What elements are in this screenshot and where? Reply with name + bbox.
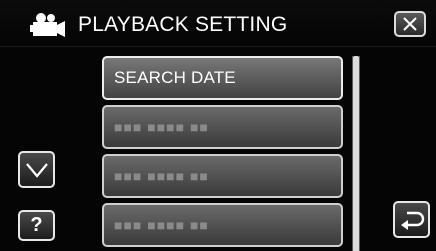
back-button[interactable] [393,201,430,238]
video-camera-icon [30,13,65,37]
menu-item-label: ■■■ ■■■■ ■■ [114,168,209,184]
chevron-down-icon [25,162,48,178]
menu-item-label: ■■■ ■■■■ ■■ [114,217,209,233]
scrollbar[interactable] [352,56,360,251]
menu-item[interactable]: ■■■ ■■■■ ■■ [102,203,343,247]
menu-item-label: SEARCH DATE [114,68,236,87]
help-button[interactable]: ? [18,210,55,241]
menu-item[interactable]: ■■■ ■■■■ ■■ [102,154,343,198]
scroll-down-button[interactable] [18,151,55,188]
playback-setting-screen: PLAYBACK SETTING SEARCH DATE ■■■ ■■■■ ■■… [0,0,436,251]
scrollbar-thumb[interactable] [353,56,359,251]
menu-item-search-date[interactable]: SEARCH DATE [102,56,343,100]
menu-item[interactable]: ■■■ ■■■■ ■■ [102,105,343,149]
page-title: PLAYBACK SETTING [78,13,288,36]
close-icon [403,17,417,31]
close-button[interactable] [394,11,426,37]
help-label: ? [30,214,43,236]
header-bar: PLAYBACK SETTING [0,0,436,47]
menu-item-label: ■■■ ■■■■ ■■ [114,119,209,135]
return-arrow-icon [400,211,424,230]
